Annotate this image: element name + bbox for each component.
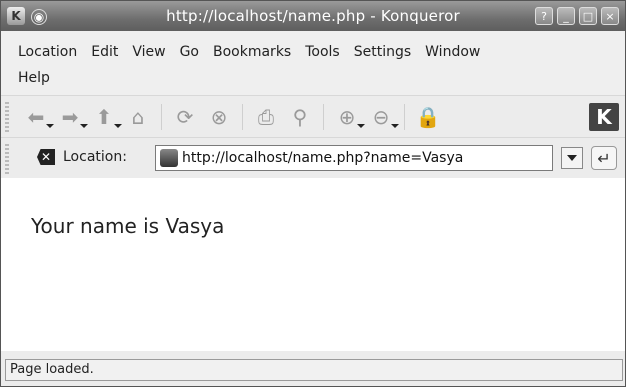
find-icon[interactable]: ⚲: [287, 104, 313, 130]
close-button[interactable]: ×: [601, 7, 619, 25]
page-text: Your name is Vasya: [31, 214, 225, 238]
toolbar-separator: [404, 104, 405, 130]
reload-icon[interactable]: ⟳: [172, 104, 198, 130]
go-button[interactable]: ↵: [591, 146, 617, 170]
location-grip[interactable]: [5, 144, 9, 174]
location-dropdown-button[interactable]: [561, 147, 583, 169]
menu-view[interactable]: View: [125, 39, 172, 65]
location-label: Location:: [63, 149, 127, 165]
main-toolbar: ⬅ ➡ ⬆ ⌂ ⟳ ⊗ ⎙ ⚲ ⊕ ⊖ 🔒 K: [1, 95, 625, 138]
forward-arrow-icon[interactable]: ➡: [57, 104, 88, 130]
stop-icon[interactable]: ⊗: [206, 104, 232, 130]
location-input[interactable]: http://localhost/name.php?name=Vasya: [155, 145, 553, 171]
toolbar-separator: [323, 104, 324, 130]
kde-logo-icon: K: [589, 103, 619, 131]
menu-window[interactable]: Window: [418, 39, 487, 65]
konqueror-window: K ◉ http://localhost/name.php - Konquero…: [0, 0, 626, 387]
clear-location-icon[interactable]: ✕: [37, 149, 55, 165]
menu-bar: Location Edit View Go Bookmarks Tools Se…: [1, 31, 625, 95]
back-arrow-icon[interactable]: ⬅: [23, 104, 54, 130]
menu-edit[interactable]: Edit: [84, 39, 125, 65]
maximize-button[interactable]: □: [579, 7, 597, 25]
up-arrow-icon[interactable]: ⬆: [91, 104, 122, 130]
location-url: http://localhost/name.php?name=Vasya: [182, 150, 464, 166]
zoom-in-icon[interactable]: ⊕: [334, 104, 365, 130]
minimize-button[interactable]: _: [557, 7, 575, 25]
status-text: Page loaded.: [5, 359, 623, 381]
menu-go[interactable]: Go: [173, 39, 206, 65]
menu-bookmarks[interactable]: Bookmarks: [206, 39, 298, 65]
status-bar: Page loaded.: [1, 351, 625, 386]
window-title: http://localhost/name.php - Konqueror: [166, 7, 460, 25]
title-bar[interactable]: K ◉ http://localhost/name.php - Konquero…: [1, 1, 625, 31]
menu-tools[interactable]: Tools: [298, 39, 347, 65]
page-content: Your name is Vasya: [1, 178, 625, 351]
help-button[interactable]: ?: [535, 7, 553, 25]
toolbar-separator: [161, 104, 162, 130]
menu-help[interactable]: Help: [11, 65, 57, 91]
print-icon[interactable]: ⎙: [253, 104, 279, 130]
location-toolbar: ✕ Location: http://localhost/name.php?na…: [1, 137, 625, 179]
site-icon: [160, 149, 178, 167]
toolbar-separator: [242, 104, 243, 130]
security-icon[interactable]: 🔒: [415, 104, 441, 130]
menu-settings[interactable]: Settings: [347, 39, 418, 65]
zoom-out-icon[interactable]: ⊖: [368, 104, 399, 130]
menu-location[interactable]: Location: [11, 39, 84, 65]
toolbar-grip[interactable]: [5, 102, 9, 132]
home-icon[interactable]: ⌂: [125, 104, 151, 130]
